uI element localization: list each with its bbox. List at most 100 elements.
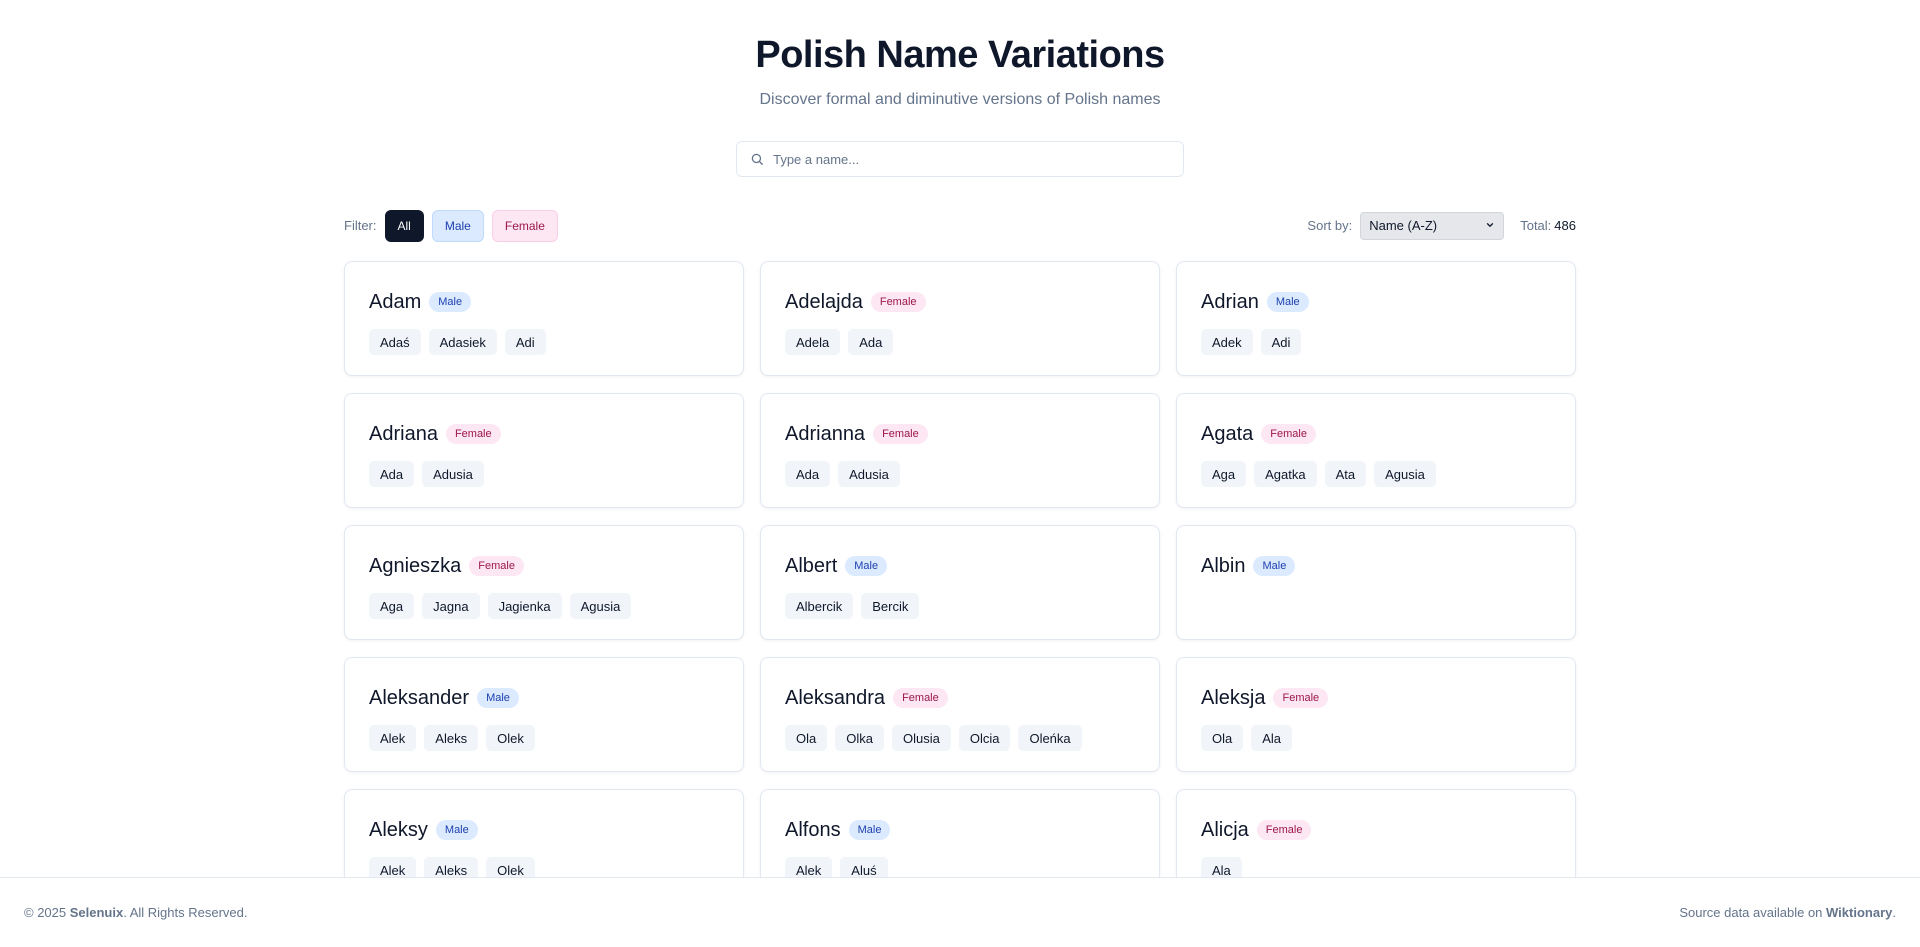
name-card-header: Adrian Male bbox=[1201, 290, 1551, 314]
variant-chip: Adek bbox=[1201, 329, 1253, 355]
filter-all-button[interactable]: All bbox=[384, 209, 424, 242]
name-title: Adam bbox=[369, 290, 422, 313]
filter-female-button[interactable]: Female bbox=[491, 209, 558, 242]
name-title: Aleksandra bbox=[785, 686, 886, 709]
name-card[interactable]: Albert Male Albercik Bercik bbox=[760, 525, 1160, 640]
name-card[interactable]: Aleksandra Female Ola Olka Olusia Olcia Oleńka bbox=[760, 657, 1160, 772]
variant-chip: Agusia bbox=[1374, 461, 1436, 487]
variant-chip: Aga bbox=[1201, 461, 1247, 487]
variant-list: Ola Ala bbox=[1201, 725, 1551, 751]
total-label: Total: bbox=[1520, 218, 1552, 233]
gender-badge: Male bbox=[435, 820, 478, 840]
variant-chip: Olek bbox=[486, 725, 535, 751]
gender-badge: Female bbox=[445, 424, 501, 444]
name-title: Adrianna bbox=[785, 422, 866, 445]
source-link[interactable]: Wiktionary bbox=[1826, 905, 1892, 920]
variant-chip: Adi bbox=[1260, 329, 1302, 355]
gender-badge: Male bbox=[477, 688, 519, 708]
gender-badge: Male bbox=[1266, 292, 1309, 312]
gender-badge: Female bbox=[469, 556, 524, 576]
name-card-header: Albin Male bbox=[1201, 554, 1551, 578]
name-card[interactable]: Agata Female Aga Agatka Ata Agusia bbox=[1176, 393, 1576, 508]
variant-chip: Adi bbox=[504, 329, 546, 355]
total-value: 486 bbox=[1554, 218, 1576, 233]
source-prefix: Source data available on bbox=[1679, 905, 1827, 920]
page-title: Polish Name Variations bbox=[755, 34, 1165, 76]
variant-list: Adaś Adasiek Adi bbox=[369, 329, 719, 355]
name-card[interactable]: Adam Male Adaś Adasiek Adi bbox=[344, 261, 744, 376]
gender-badge: Female bbox=[893, 688, 948, 708]
variant-list: Ada Adusia bbox=[369, 461, 719, 487]
name-title: Adelajda bbox=[785, 290, 863, 313]
name-card[interactable]: Aleksander Male Alek Aleks Olek bbox=[344, 657, 744, 772]
gender-badge: Female bbox=[873, 424, 928, 444]
name-title: Agata bbox=[1201, 422, 1254, 445]
variant-chip: Aga bbox=[369, 593, 415, 619]
variant-chip: Ada bbox=[848, 329, 894, 355]
search-box[interactable] bbox=[736, 141, 1184, 177]
gender-badge: Male bbox=[429, 292, 472, 312]
variant-list: Albercik Bercik bbox=[785, 593, 1135, 619]
name-title: Aleksander bbox=[369, 686, 470, 709]
name-title: Albert bbox=[785, 554, 838, 577]
variant-chip: Adela bbox=[785, 329, 841, 355]
name-card[interactable]: Agnieszka Female Aga Jagna Jagienka Agusia bbox=[344, 525, 744, 640]
name-card-header: Aleksy Male bbox=[369, 818, 719, 842]
variant-chip: Ola bbox=[785, 725, 828, 751]
name-card-header: Aleksander Male bbox=[369, 686, 719, 710]
name-card-header: Adam Male bbox=[369, 290, 719, 314]
footer-source: Source data available on Wiktionary. bbox=[1679, 905, 1896, 920]
variant-chip: Adasiek bbox=[428, 329, 497, 355]
name-card[interactable]: Adrianna Female Ada Adusia bbox=[760, 393, 1160, 508]
variant-chip: Ala bbox=[1251, 725, 1293, 751]
name-card-header: Alfons Male bbox=[785, 818, 1135, 842]
footer-copyright: © 2025 Selenuix. All Rights Reserved. bbox=[24, 905, 247, 920]
name-title: Aleksja bbox=[1201, 686, 1266, 709]
name-grid: Adam Male Adaś Adasiek Adi Adelajda Female Adel… bbox=[344, 261, 1576, 904]
sort-select[interactable]: Name (A-Z) bbox=[1360, 211, 1505, 240]
name-title: Aleksy bbox=[369, 818, 428, 841]
filter-label: Filter: bbox=[344, 218, 377, 233]
variant-chip: Olka bbox=[835, 725, 884, 751]
name-card[interactable]: Aleksja Female Ola Ala bbox=[1176, 657, 1576, 772]
name-title: Alfons bbox=[785, 818, 841, 841]
total-count: Total: 486 bbox=[1520, 218, 1576, 233]
variant-list: Alek Aleks Olek bbox=[369, 725, 719, 751]
name-card[interactable]: Adrian Male Adek Adi bbox=[1176, 261, 1576, 376]
gender-badge: Male bbox=[848, 820, 891, 840]
variant-chip: Bercik bbox=[861, 593, 920, 619]
variant-list: Aga Jagna Jagienka Agusia bbox=[369, 593, 719, 619]
name-card[interactable]: Adriana Female Ada Adusia bbox=[344, 393, 744, 508]
gender-badge: Male bbox=[1253, 556, 1296, 576]
variant-chip: Adaś bbox=[369, 329, 421, 355]
name-card-header: Adrianna Female bbox=[785, 422, 1135, 446]
gender-badge: Female bbox=[1273, 688, 1329, 708]
name-card-header: Aleksja Female bbox=[1201, 686, 1551, 710]
name-card-header: Albert Male bbox=[785, 554, 1135, 578]
variant-chip: Ola bbox=[1201, 725, 1244, 751]
gender-badge: Male bbox=[845, 556, 888, 576]
variant-list: Adela Ada bbox=[785, 329, 1135, 355]
name-title: Adriana bbox=[369, 422, 438, 445]
variant-list: Aga Agatka Ata Agusia bbox=[1201, 461, 1551, 487]
sort-group: Sort by: Name (A-Z) Total: 486 bbox=[1307, 211, 1576, 240]
name-card-header: Adelajda Female bbox=[785, 290, 1135, 314]
sort-label: Sort by: bbox=[1307, 218, 1353, 233]
name-card[interactable]: Adelajda Female Adela Ada bbox=[760, 261, 1160, 376]
name-card[interactable]: Albin Male bbox=[1176, 525, 1576, 640]
filter-group: Filter: All Male Female bbox=[344, 209, 566, 242]
variant-list: Adek Adi bbox=[1201, 329, 1551, 355]
variant-chip: Adusia bbox=[422, 461, 484, 487]
copyright-suffix: . All Rights Reserved. bbox=[123, 905, 248, 920]
gender-badge: Female bbox=[1261, 424, 1316, 444]
name-card-header: Alicja Female bbox=[1201, 818, 1551, 842]
copyright-prefix: © 2025 bbox=[24, 905, 70, 920]
filter-male-button[interactable]: Male bbox=[431, 209, 484, 242]
gender-badge: Female bbox=[870, 292, 926, 312]
variant-chip: Ada bbox=[369, 461, 415, 487]
search-input[interactable] bbox=[773, 151, 1171, 167]
company-name: Selenuix bbox=[69, 905, 124, 920]
gender-badge: Female bbox=[1256, 820, 1312, 840]
variant-chip: Ata bbox=[1324, 461, 1367, 487]
variant-chip: Oleńka bbox=[1018, 725, 1082, 751]
